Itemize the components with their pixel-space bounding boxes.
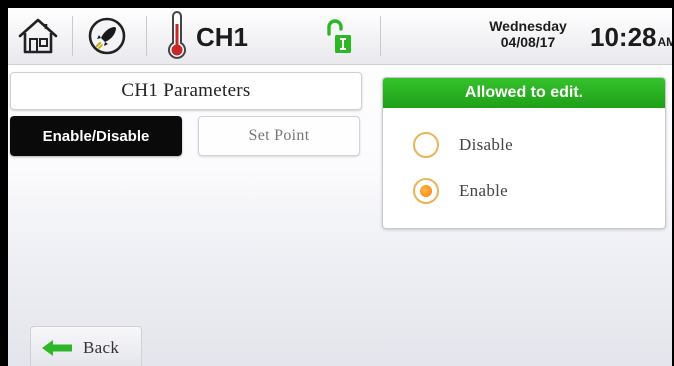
back-label: Back xyxy=(83,338,120,357)
date-text: 04/08/17 xyxy=(500,34,556,50)
time-text: 10:28 xyxy=(590,22,657,52)
date-display: Wednesday 04/08/17 xyxy=(476,18,580,50)
clock-display: 10:28AM xyxy=(590,22,672,53)
back-button[interactable]: Back xyxy=(30,326,142,366)
rocket-button[interactable] xyxy=(86,16,128,56)
ampm-text: AM xyxy=(657,35,673,49)
radio-option-enable[interactable]: Enable xyxy=(413,174,508,208)
header-divider xyxy=(380,16,381,56)
header-divider xyxy=(146,16,147,56)
radio-label-enable: Enable xyxy=(459,181,508,200)
home-icon xyxy=(18,18,58,54)
thermometer-indicator xyxy=(164,10,190,62)
screen: CH1 Wednesday 04/08/17 10:28AM CH1 Param… xyxy=(8,8,672,366)
weekday-text: Wednesday xyxy=(489,18,567,34)
radio-dot xyxy=(420,185,432,197)
header-divider xyxy=(72,16,73,56)
parameters-title: CH1 Parameters xyxy=(10,72,362,110)
radio-selected-icon[interactable] xyxy=(413,178,439,204)
rocket-icon xyxy=(88,17,126,55)
lock-indicator[interactable] xyxy=(324,18,354,56)
edit-status-banner: Allowed to edit. xyxy=(383,78,665,108)
radio-unselected-icon[interactable] xyxy=(413,132,439,158)
channel-title: CH1 xyxy=(196,22,249,52)
unlocked-installer-icon xyxy=(327,19,351,53)
radio-label-disable: Disable xyxy=(459,135,514,154)
back-arrow-icon xyxy=(42,340,72,356)
header-bar: CH1 Wednesday 04/08/17 10:28AM xyxy=(8,8,672,65)
thermometer-icon xyxy=(168,11,186,59)
tab-set-point[interactable]: Set Point xyxy=(198,116,360,156)
edit-permission-panel: Allowed to edit. Disable Enable xyxy=(382,77,666,229)
radio-option-disable[interactable]: Disable xyxy=(413,128,513,162)
home-button[interactable] xyxy=(14,14,62,58)
tab-enable-disable[interactable]: Enable/Disable xyxy=(10,116,182,156)
